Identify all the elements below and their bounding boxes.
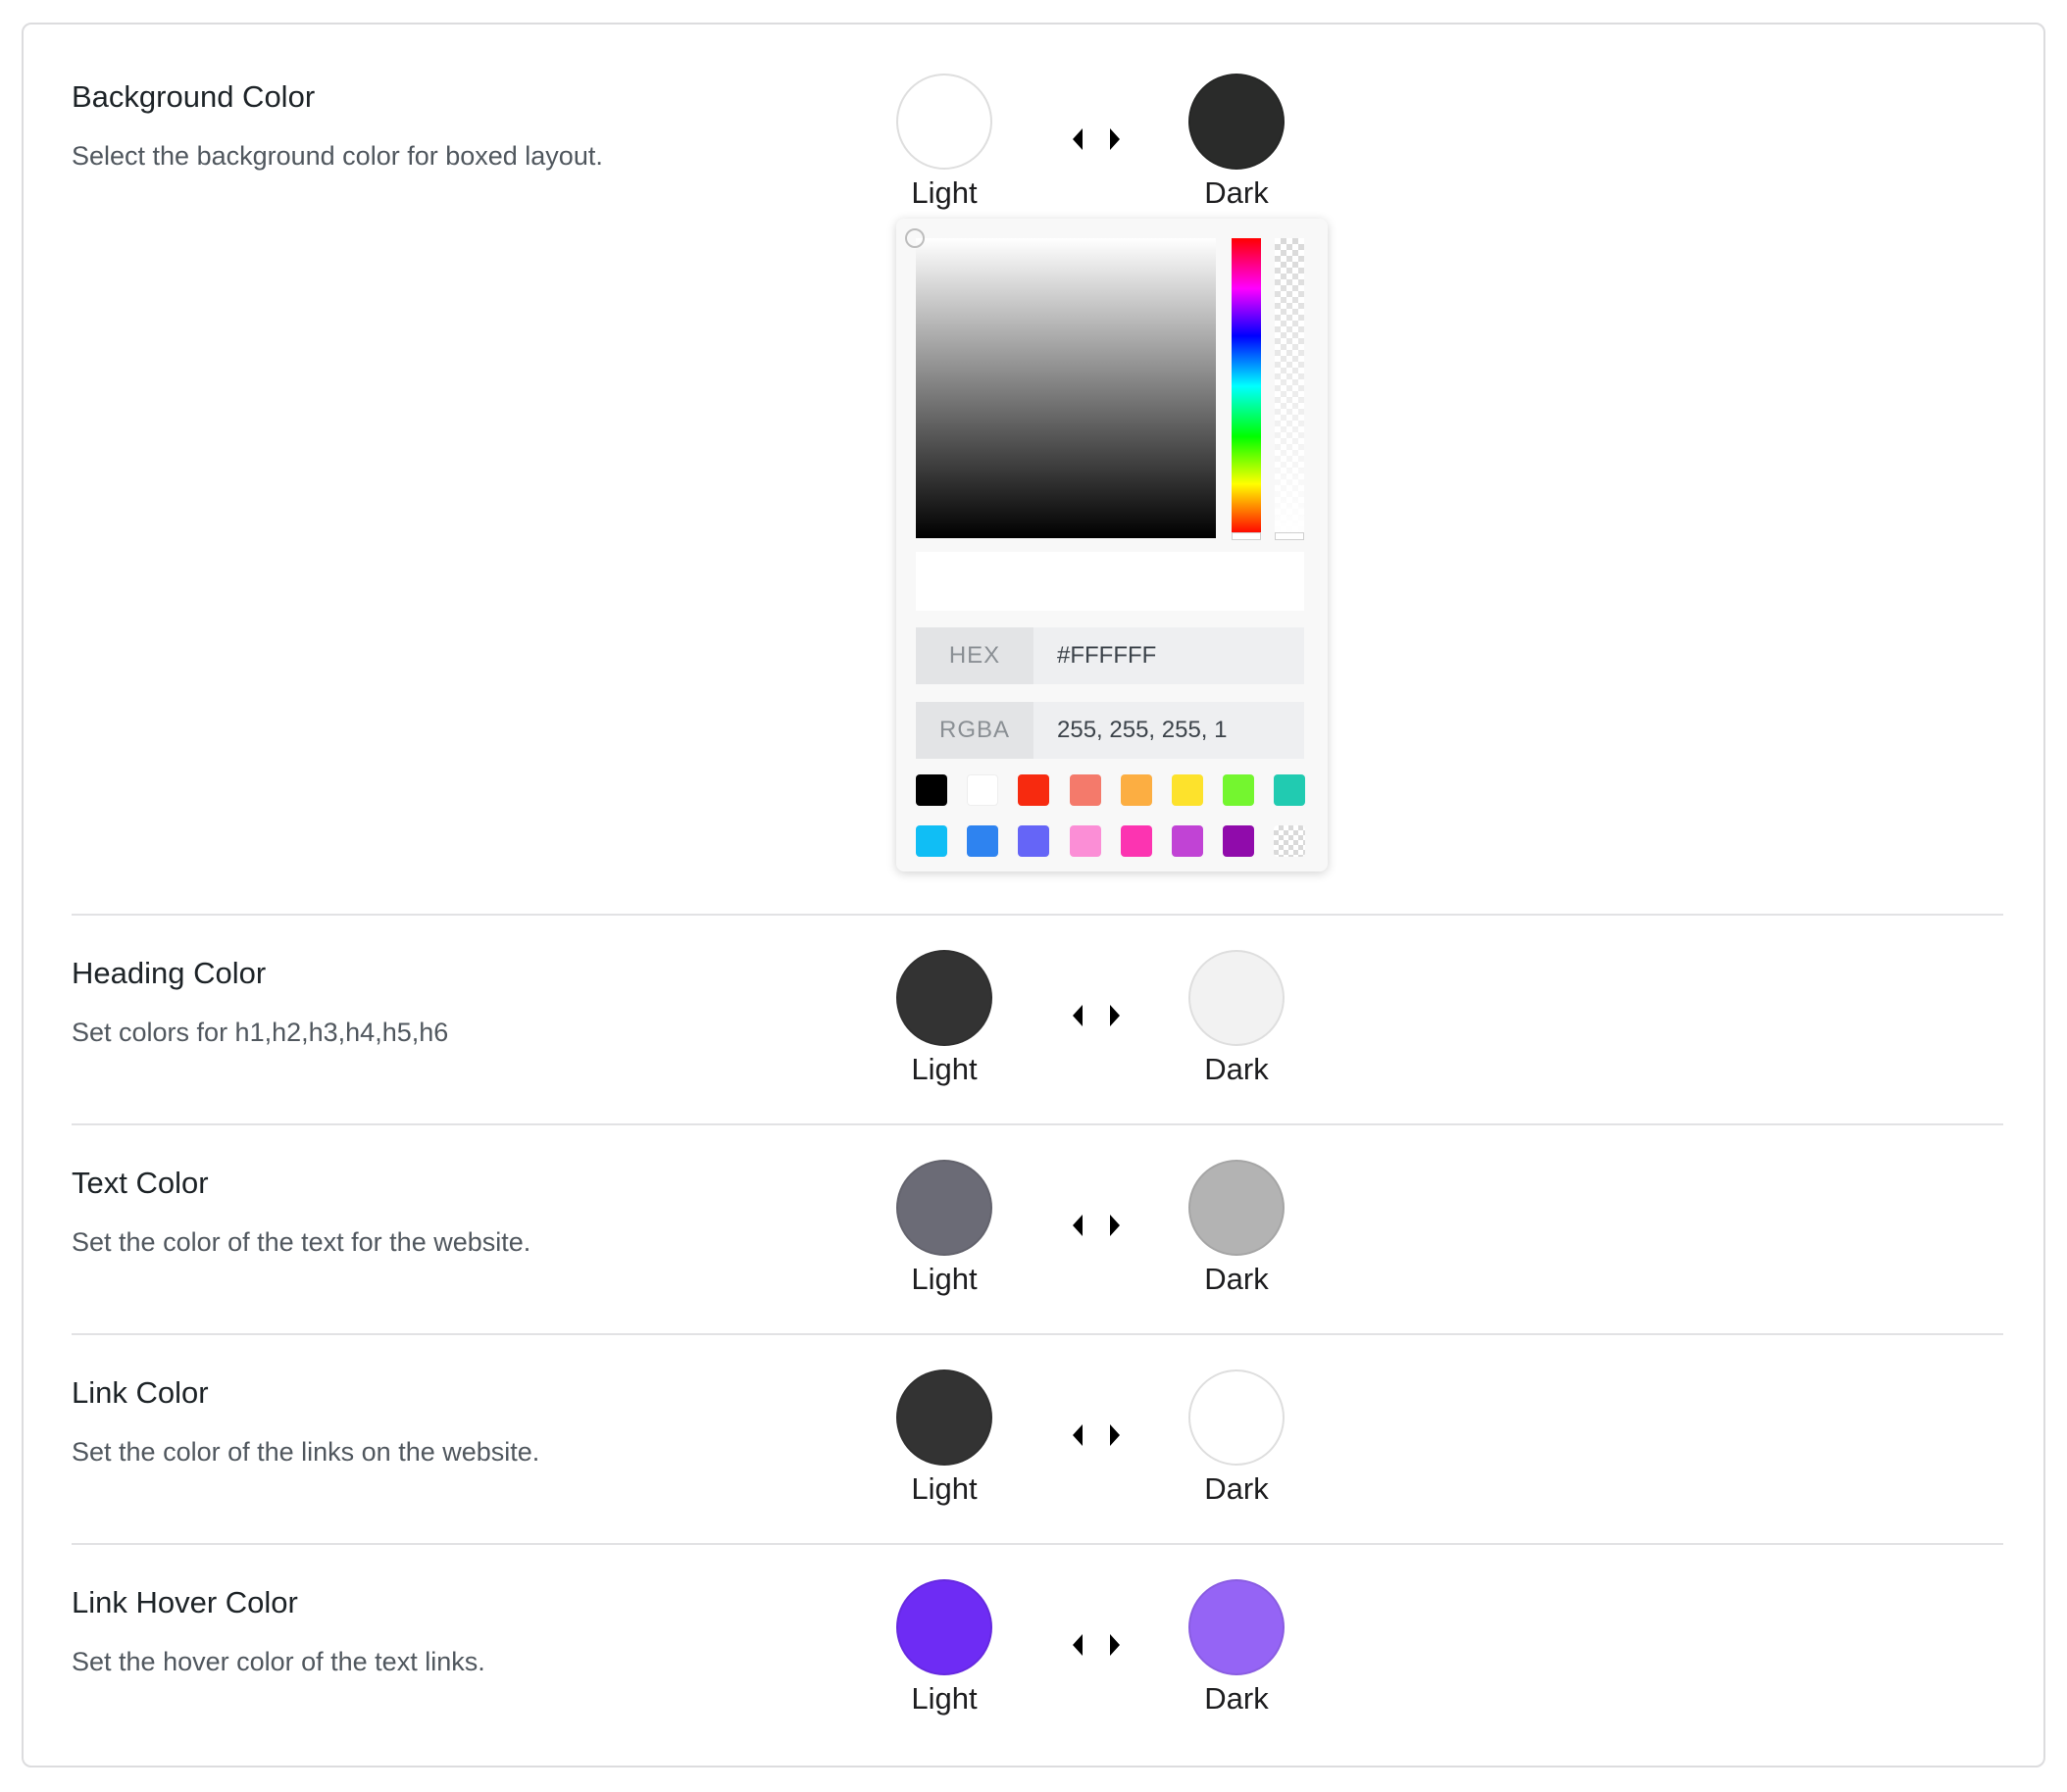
alpha-slider[interactable] bbox=[1275, 238, 1304, 534]
setting-title: Link Color bbox=[72, 1375, 209, 1410]
light-label: Light bbox=[911, 1262, 978, 1296]
light-label: Light bbox=[911, 175, 978, 210]
setting-title: Text Color bbox=[72, 1166, 209, 1200]
light-color-swatch[interactable] bbox=[896, 950, 992, 1046]
hue-slider-handle[interactable] bbox=[1232, 532, 1261, 540]
dark-color-swatch[interactable] bbox=[1188, 74, 1285, 170]
preset-color-swatch[interactable] bbox=[1172, 774, 1203, 806]
setting-title: Background Color bbox=[72, 79, 316, 114]
divider bbox=[72, 914, 2003, 916]
preset-color-swatch[interactable] bbox=[1120, 774, 1152, 806]
preset-color-swatch[interactable] bbox=[1172, 825, 1203, 857]
preset-color-swatch[interactable] bbox=[967, 825, 999, 857]
preset-color-swatch[interactable] bbox=[1120, 825, 1152, 857]
light-label: Light bbox=[911, 1052, 978, 1086]
hue-slider[interactable] bbox=[1232, 238, 1261, 534]
swap-colors-icon[interactable] bbox=[1071, 1215, 1124, 1236]
dark-color-swatch[interactable] bbox=[1188, 1579, 1285, 1675]
hex-label: HEX bbox=[916, 627, 1034, 684]
color-picker-popover: HEX #FFFFFF RGBA 255, 255, 255, 1 bbox=[896, 219, 1328, 871]
preset-color-swatch[interactable] bbox=[916, 774, 947, 806]
preset-transparent-swatch[interactable] bbox=[1274, 825, 1306, 857]
divider bbox=[72, 1333, 2003, 1335]
preset-color-swatch[interactable] bbox=[1274, 774, 1306, 806]
setting-description: Set the hover color of the text links. bbox=[72, 1647, 485, 1676]
dark-label: Dark bbox=[1204, 1681, 1269, 1716]
setting-description: Set the color of the text for the websit… bbox=[72, 1227, 531, 1257]
swap-colors-icon[interactable] bbox=[1071, 1634, 1124, 1656]
hex-field: HEX #FFFFFF bbox=[916, 627, 1304, 684]
dark-label: Dark bbox=[1204, 1262, 1269, 1296]
light-color-swatch[interactable] bbox=[896, 74, 992, 170]
saturation-value-area[interactable] bbox=[916, 238, 1216, 538]
light-color-swatch[interactable] bbox=[896, 1369, 992, 1466]
light-label: Light bbox=[911, 1471, 978, 1506]
hex-input[interactable]: #FFFFFF bbox=[1034, 627, 1304, 684]
rgba-input[interactable]: 255, 255, 255, 1 bbox=[1034, 702, 1304, 759]
light-color-swatch[interactable] bbox=[896, 1579, 992, 1675]
divider bbox=[72, 1123, 2003, 1125]
preset-color-swatch[interactable] bbox=[1223, 825, 1255, 857]
preset-color-swatch[interactable] bbox=[1069, 825, 1101, 857]
dark-color-swatch[interactable] bbox=[1188, 1369, 1285, 1466]
rgba-label: RGBA bbox=[916, 702, 1034, 759]
preset-color-swatch[interactable] bbox=[967, 774, 999, 806]
dark-color-swatch[interactable] bbox=[1188, 950, 1285, 1046]
dark-label: Dark bbox=[1204, 175, 1269, 210]
setting-description: Select the background color for boxed la… bbox=[72, 141, 603, 171]
color-preview bbox=[916, 552, 1304, 611]
color-settings-panel: Background Color Select the background c… bbox=[22, 23, 2045, 1767]
preset-color-swatch[interactable] bbox=[1018, 774, 1050, 806]
settings-page: Background Color Select the background c… bbox=[0, 0, 2067, 1792]
swap-colors-icon[interactable] bbox=[1071, 1424, 1124, 1446]
color-selector-handle[interactable] bbox=[905, 228, 925, 248]
preset-color-swatch[interactable] bbox=[1069, 774, 1101, 806]
preset-color-swatch[interactable] bbox=[1018, 825, 1050, 857]
swap-colors-icon[interactable] bbox=[1071, 1005, 1124, 1026]
preset-color-swatch[interactable] bbox=[1223, 774, 1255, 806]
light-color-swatch[interactable] bbox=[896, 1160, 992, 1256]
setting-description: Set the color of the links on the websit… bbox=[72, 1437, 540, 1467]
divider bbox=[72, 1543, 2003, 1545]
light-label: Light bbox=[911, 1681, 978, 1716]
setting-title: Link Hover Color bbox=[72, 1585, 298, 1619]
dark-label: Dark bbox=[1204, 1052, 1269, 1086]
dark-label: Dark bbox=[1204, 1471, 1269, 1506]
swap-colors-icon[interactable] bbox=[1071, 128, 1124, 150]
preset-color-swatch[interactable] bbox=[916, 825, 947, 857]
alpha-slider-handle[interactable] bbox=[1275, 532, 1304, 540]
setting-title: Heading Color bbox=[72, 956, 267, 990]
rgba-field: RGBA 255, 255, 255, 1 bbox=[916, 702, 1304, 759]
setting-description: Set colors for h1,h2,h3,h4,h5,h6 bbox=[72, 1018, 449, 1047]
dark-color-swatch[interactable] bbox=[1188, 1160, 1285, 1256]
